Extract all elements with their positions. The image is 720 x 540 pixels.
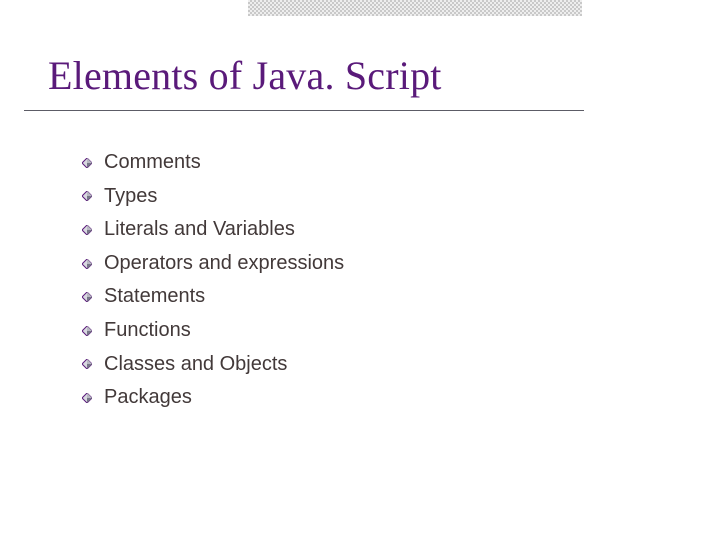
list-item: Classes and Objects — [82, 350, 344, 380]
list-item: Comments — [82, 148, 344, 178]
list-item: Functions — [82, 316, 344, 346]
slide-title: Elements of Java. Script — [48, 52, 442, 99]
list-item-label: Statements — [104, 282, 205, 312]
diamond-bullet-icon — [82, 225, 92, 235]
list-item-label: Classes and Objects — [104, 350, 287, 380]
list-item: Operators and expressions — [82, 249, 344, 279]
list-item-label: Packages — [104, 383, 192, 413]
diamond-bullet-icon — [82, 359, 92, 369]
diamond-bullet-icon — [82, 191, 92, 201]
diamond-bullet-icon — [82, 259, 92, 269]
list-item: Types — [82, 182, 344, 212]
decorative-top-bar — [248, 0, 582, 16]
diamond-bullet-icon — [82, 326, 92, 336]
diamond-bullet-icon — [82, 393, 92, 403]
diamond-bullet-icon — [82, 158, 92, 168]
slide: Elements of Java. Script Comments Types … — [0, 0, 720, 540]
horizontal-rule — [24, 110, 584, 111]
list-item-label: Operators and expressions — [104, 249, 344, 279]
list-item: Literals and Variables — [82, 215, 344, 245]
bullet-list: Comments Types Literals and Variables Op… — [82, 148, 344, 417]
list-item: Packages — [82, 383, 344, 413]
list-item-label: Comments — [104, 148, 201, 178]
list-item: Statements — [82, 282, 344, 312]
list-item-label: Types — [104, 182, 157, 212]
list-item-label: Functions — [104, 316, 191, 346]
diamond-bullet-icon — [82, 292, 92, 302]
list-item-label: Literals and Variables — [104, 215, 295, 245]
